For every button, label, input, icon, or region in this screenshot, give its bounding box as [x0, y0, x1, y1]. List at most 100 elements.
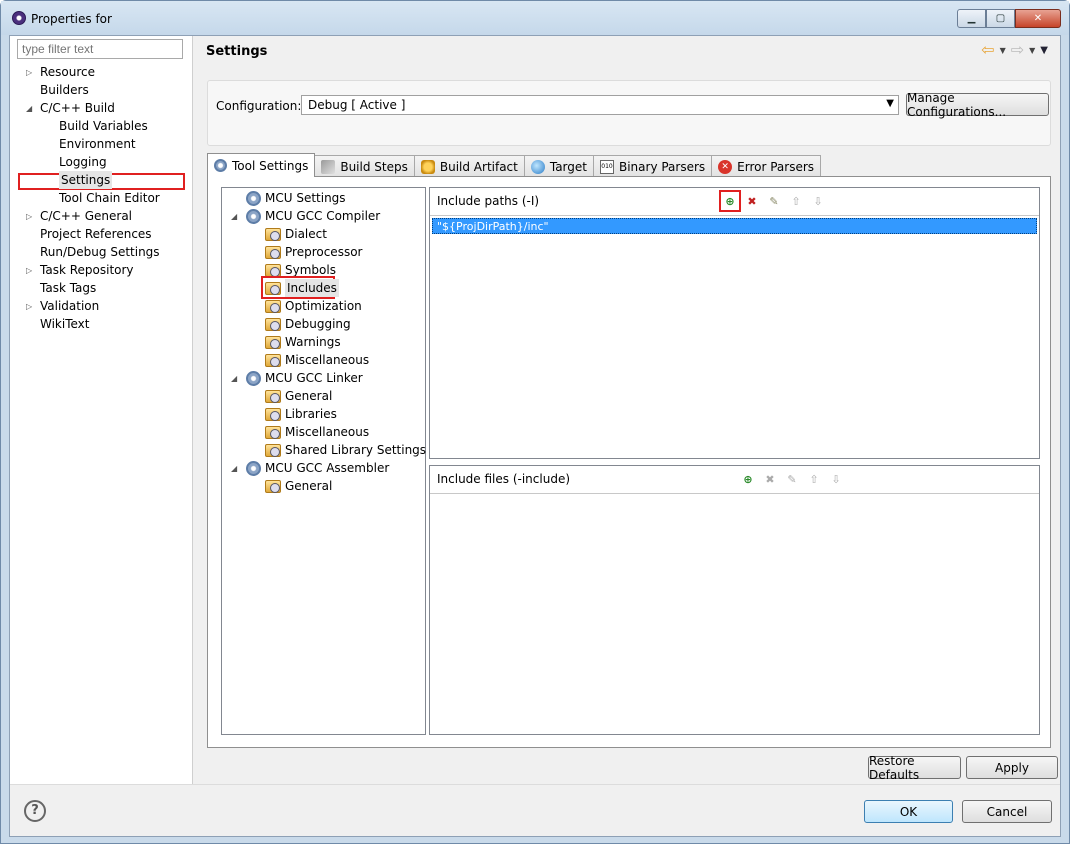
collapse-arrow-icon[interactable]: ◢	[231, 464, 237, 473]
tree-item-validation[interactable]: Validation	[40, 297, 99, 315]
tool-tree: MCU Settings ◢ MCU GCC Compiler Dialect …	[221, 187, 426, 735]
option-folder-icon	[265, 227, 281, 241]
tool-item-linker-miscellaneous[interactable]: Miscellaneous	[265, 423, 369, 441]
move-down-icon[interactable]: ⇩	[827, 470, 845, 488]
tab-label: Target	[549, 159, 587, 174]
collapse-arrow-icon[interactable]: ◢	[231, 212, 237, 221]
expand-arrow-icon[interactable]: ▷	[26, 68, 32, 77]
tool-item-mcu-settings[interactable]: MCU Settings	[246, 189, 346, 207]
ok-button[interactable]: OK	[864, 800, 953, 823]
close-button[interactable]: ✕	[1015, 9, 1061, 28]
left-pane: ▷ Resource Builders ◢ C/C++ Build Build …	[10, 36, 193, 784]
tool-item-libraries[interactable]: Libraries	[265, 405, 337, 423]
option-folder-icon	[265, 425, 281, 439]
tool-item-shared-library-settings[interactable]: Shared Library Settings	[265, 441, 426, 459]
option-folder-icon	[265, 299, 281, 313]
tree-item-task-repository[interactable]: Task Repository	[40, 261, 134, 279]
option-folder-icon	[265, 389, 281, 403]
tab-binary-parsers[interactable]: 010 Binary Parsers	[592, 155, 713, 177]
tool-item-linker-general[interactable]: General	[265, 387, 332, 405]
forward-arrow-icon[interactable]: ⇨	[1011, 42, 1024, 58]
tool-item-label: MCU GCC Assembler	[265, 461, 390, 475]
tool-item-label: Debugging	[285, 317, 351, 331]
tool-item-label: Optimization	[285, 299, 362, 313]
delete-path-icon[interactable]: ✖	[743, 192, 761, 210]
tree-item-tool-chain-editor[interactable]: Tool Chain Editor	[59, 189, 160, 207]
expand-arrow-icon[interactable]: ▷	[26, 266, 32, 275]
apply-button[interactable]: Apply	[966, 756, 1058, 779]
tree-item-cpp-build[interactable]: C/C++ Build	[40, 99, 115, 117]
collapse-arrow-icon[interactable]: ◢	[26, 104, 32, 113]
tree-item-builders[interactable]: Builders	[40, 81, 89, 99]
tab-target[interactable]: Target	[523, 155, 594, 177]
include-paths-group: Include paths (-I) ⊕ ✖ ✎ ⇧ ⇩ "${ProjDirP…	[429, 187, 1040, 459]
filter-input[interactable]	[17, 39, 183, 59]
edit-path-icon[interactable]: ✎	[765, 192, 783, 210]
include-paths-header: Include paths (-I) ⊕ ✖ ✎ ⇧ ⇩	[430, 188, 1039, 216]
tool-item-preprocessor[interactable]: Preprocessor	[265, 243, 362, 261]
option-folder-icon	[265, 353, 281, 367]
move-down-icon[interactable]: ⇩	[809, 192, 827, 210]
tab-strip: Tool Settings Build Steps Build Artifact…	[207, 153, 822, 177]
tool-item-optimization[interactable]: Optimization	[265, 297, 362, 315]
tab-build-artifact[interactable]: Build Artifact	[413, 155, 525, 177]
edit-file-icon[interactable]: ✎	[783, 470, 801, 488]
option-folder-icon	[265, 245, 281, 259]
tab-error-parsers[interactable]: ✕ Error Parsers	[711, 155, 822, 177]
target-globe-icon	[530, 159, 545, 174]
tree-item-project-references[interactable]: Project References	[40, 225, 152, 243]
tool-item-includes[interactable]: Includes	[265, 279, 339, 297]
forward-menu-icon[interactable]: ▼	[1029, 46, 1035, 55]
tool-item-label: General	[285, 389, 333, 403]
option-folder-icon	[265, 443, 281, 457]
include-files-toolbar: ⊕ ✖ ✎ ⇧ ⇩	[739, 470, 845, 488]
collapse-arrow-icon[interactable]: ◢	[231, 374, 237, 383]
tool-item-assembler[interactable]: MCU GCC Assembler	[246, 459, 389, 477]
move-up-icon[interactable]: ⇧	[805, 470, 823, 488]
right-pane: Settings ⇦ ▼ ⇨ ▼ ▼ Configuration: Debug …	[194, 36, 1060, 784]
tree-item-logging[interactable]: Logging	[59, 153, 107, 171]
tree-item-settings[interactable]: Settings	[59, 171, 113, 189]
tool-item-compiler[interactable]: MCU GCC Compiler	[246, 207, 380, 225]
expand-arrow-icon[interactable]: ▷	[26, 212, 32, 221]
expand-arrow-icon[interactable]: ▷	[26, 302, 32, 311]
gear-icon	[246, 370, 261, 386]
tree-item-wikitext[interactable]: WikiText	[40, 315, 90, 333]
tool-item-linker[interactable]: MCU GCC Linker	[246, 369, 363, 387]
maximize-button[interactable]: ▢	[986, 9, 1015, 28]
tool-item-miscellaneous[interactable]: Miscellaneous	[265, 351, 369, 369]
tree-item-run-debug-settings[interactable]: Run/Debug Settings	[40, 243, 160, 261]
minimize-button[interactable]: ▁	[957, 9, 986, 28]
delete-file-icon[interactable]: ✖	[761, 470, 779, 488]
tool-item-warnings[interactable]: Warnings	[265, 333, 341, 351]
cancel-button[interactable]: Cancel	[962, 800, 1052, 823]
tool-item-label: Libraries	[285, 407, 337, 421]
view-menu-icon[interactable]: ▼	[1040, 45, 1048, 56]
build-artifact-icon	[420, 159, 435, 174]
help-icon[interactable]: ?	[24, 800, 46, 822]
tool-item-dialect[interactable]: Dialect	[265, 225, 327, 243]
tree-item-build-variables[interactable]: Build Variables	[59, 117, 148, 135]
build-steps-icon	[321, 159, 336, 174]
option-folder-icon	[265, 335, 281, 349]
move-up-icon[interactable]: ⇧	[787, 192, 805, 210]
tree-item-cpp-general[interactable]: C/C++ General	[40, 207, 132, 225]
tab-tool-settings[interactable]: Tool Settings	[207, 153, 316, 177]
configuration-select[interactable]: Debug [ Active ] ▼	[301, 95, 899, 115]
tree-item-environment[interactable]: Environment	[59, 135, 136, 153]
tree-item-task-tags[interactable]: Task Tags	[40, 279, 96, 297]
back-menu-icon[interactable]: ▼	[1000, 46, 1006, 55]
gear-icon	[246, 208, 261, 224]
back-arrow-icon[interactable]: ⇦	[981, 42, 994, 58]
configuration-label: Configuration:	[216, 99, 302, 113]
restore-defaults-button[interactable]: Restore Defaults	[868, 754, 961, 782]
include-path-item[interactable]: "${ProjDirPath}/inc"	[432, 218, 1037, 234]
tool-item-assembler-general[interactable]: General	[265, 477, 332, 495]
add-path-icon[interactable]: ⊕	[719, 190, 741, 212]
tree-item-resource[interactable]: Resource	[40, 63, 95, 81]
tool-item-debugging[interactable]: Debugging	[265, 315, 351, 333]
manage-configurations-button[interactable]: Manage Configurations...	[906, 91, 1049, 119]
add-file-icon[interactable]: ⊕	[739, 470, 757, 488]
include-files-header: Include files (-include) ⊕ ✖ ✎ ⇧ ⇩	[430, 466, 1039, 494]
tab-build-steps[interactable]: Build Steps	[314, 155, 415, 177]
